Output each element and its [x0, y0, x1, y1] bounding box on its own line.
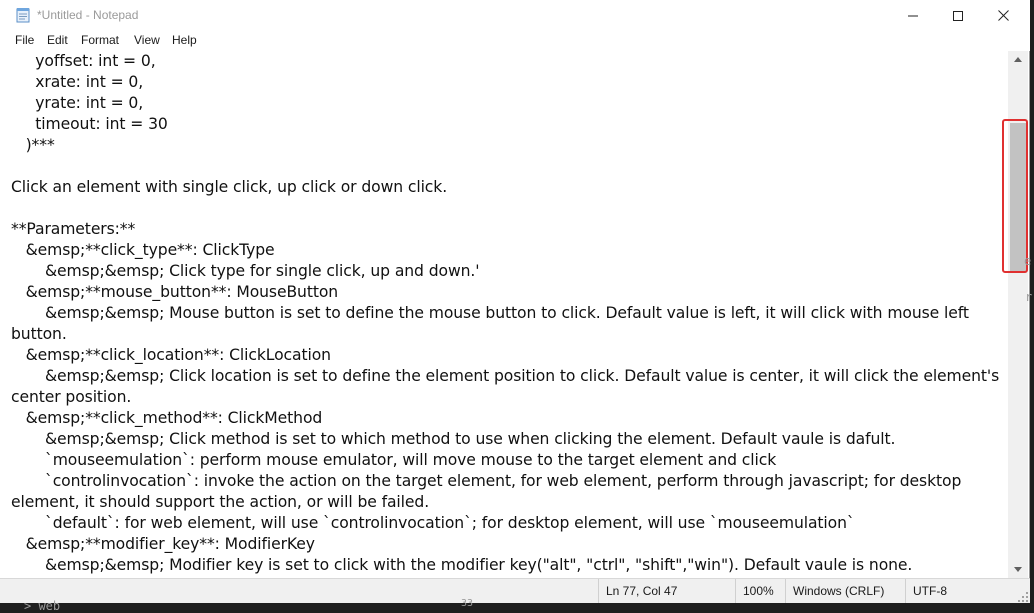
title-bar[interactable]: *Untitled - Notepad: [0, 0, 1030, 31]
minimize-icon: [908, 15, 918, 16]
editor-line: element, it should support the action, o…: [11, 493, 430, 511]
editor-line: center position.: [11, 388, 132, 406]
window-title: *Untitled - Notepad: [37, 8, 139, 22]
notepad-icon: [16, 7, 30, 23]
editor-line: &emsp;**click_method**: ClickMethod: [11, 409, 323, 427]
close-icon: [997, 10, 1009, 21]
background-line-number: 33: [461, 598, 474, 609]
menu-help[interactable]: Help: [171, 33, 198, 47]
scrollbar-highlight-annotation: [1002, 119, 1028, 273]
text-editor[interactable]: yoffset: int = 0, xrate: int = 0, yrate:…: [0, 51, 1010, 578]
editor-line: &emsp;**click_type**: ClickType: [11, 241, 275, 259]
menu-format[interactable]: Format: [80, 33, 120, 47]
cursor-position: Ln 77, Col 47: [598, 579, 735, 603]
resize-grip-icon[interactable]: [1018, 591, 1028, 602]
maximize-button[interactable]: [935, 0, 981, 31]
background-edge-text: e: [1024, 254, 1032, 268]
editor-line: &emsp;**modifier_key**: ModifierKey: [11, 535, 315, 553]
scroll-down-button[interactable]: [1008, 561, 1028, 578]
editor-line: &emsp;&emsp; Click location is set to de…: [11, 367, 1000, 385]
editor-line: &emsp;&emsp; Click method is set to whic…: [11, 430, 896, 448]
editor-line: timeout: int = 30: [11, 115, 168, 133]
chevron-down-icon: [1014, 567, 1022, 572]
close-button[interactable]: [980, 0, 1026, 31]
status-bar: Ln 77, Col 47 100% Windows (CRLF) UTF-8: [0, 578, 1030, 603]
editor-line: **Parameters:**: [11, 220, 136, 238]
minimize-button[interactable]: [890, 0, 936, 31]
scroll-up-button[interactable]: [1008, 51, 1028, 68]
encoding: UTF-8: [905, 579, 1015, 603]
menu-edit[interactable]: Edit: [46, 33, 69, 47]
editor-line: &emsp;&emsp; Modifier key is set to clic…: [11, 556, 913, 574]
editor-line: yoffset: int = 0,: [11, 52, 156, 70]
maximize-icon: [953, 10, 963, 21]
editor-line: &emsp;&emsp; Click type for single click…: [11, 262, 480, 280]
editor-line: xrate: int = 0,: [11, 73, 144, 91]
zoom-level: 100%: [735, 579, 785, 603]
editor-line: yrate: int = 0,: [11, 94, 144, 112]
menu-file[interactable]: File: [14, 33, 35, 47]
editor-line: Click an element with single click, up c…: [11, 178, 448, 196]
editor-line: &emsp;**mouse_button**: MouseButton: [11, 283, 339, 301]
editor-line: `default`: for web element, will use `co…: [11, 514, 855, 532]
editor-line: `mouseemulation`: perform mouse emulator…: [11, 451, 777, 469]
notepad-window: *Untitled - Notepad File Edit Format Vie…: [0, 0, 1030, 603]
menu-view[interactable]: View: [133, 33, 161, 47]
menu-bar: File Edit Format View Help: [0, 31, 1030, 51]
background-edge-text: r: [1025, 290, 1033, 304]
editor-line: `controlinvocation`: invoke the action o…: [11, 472, 962, 490]
editor-line: button.: [11, 325, 67, 343]
editor-line: &emsp;**click_location**: ClickLocation: [11, 346, 331, 364]
editor-line: )***: [11, 136, 55, 154]
editor-line: &emsp;&emsp; Mouse button is set to defi…: [11, 304, 969, 322]
chevron-up-icon: [1014, 57, 1022, 62]
line-ending: Windows (CRLF): [785, 579, 905, 603]
